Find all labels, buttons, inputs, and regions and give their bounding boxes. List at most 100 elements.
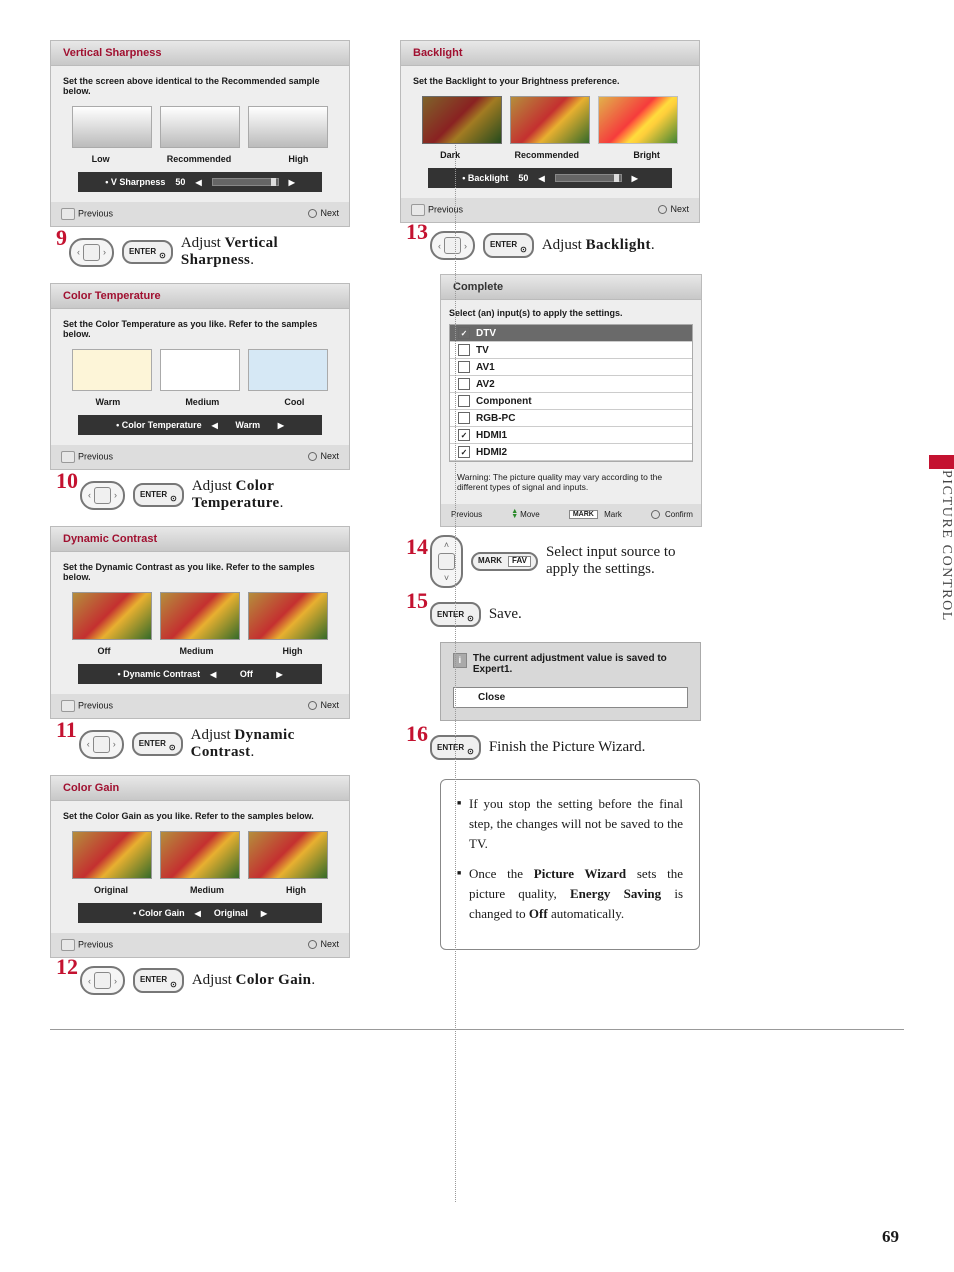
next-button[interactable]: Next bbox=[308, 939, 339, 951]
warning-text: Warning: The picture quality may vary ac… bbox=[449, 468, 693, 496]
enter-button[interactable]: ENTER⊙ bbox=[132, 732, 183, 757]
step-number: 11 bbox=[56, 717, 77, 743]
next-button[interactable]: Next bbox=[658, 204, 689, 216]
panel-title: Backlight bbox=[401, 41, 699, 66]
input-label: DTV bbox=[476, 328, 496, 339]
label: Recommended bbox=[514, 150, 579, 160]
side-tab-marker bbox=[929, 455, 954, 469]
section-title: PICTURE CONTROL bbox=[938, 470, 954, 622]
arrow-left-icon[interactable]: ◀ bbox=[212, 421, 218, 430]
save-dialog: iThe current adjustment value is saved t… bbox=[440, 642, 701, 721]
slider-vsharpness[interactable]: • V Sharpness50◀▶ bbox=[78, 172, 322, 192]
close-button[interactable]: Close bbox=[453, 687, 688, 708]
panel-title: Color Gain bbox=[51, 776, 349, 801]
panel-title: Color Temperature bbox=[51, 284, 349, 309]
checkbox-icon bbox=[458, 361, 470, 373]
input-row-component[interactable]: Component bbox=[450, 393, 692, 410]
input-row-av1[interactable]: AV1 bbox=[450, 359, 692, 376]
updown-icon: ▲▼ bbox=[511, 510, 518, 520]
label: Low bbox=[92, 154, 110, 164]
prev-button[interactable]: Previous bbox=[61, 700, 113, 712]
dpad-button[interactable]: ‹› bbox=[80, 966, 125, 995]
sample-img bbox=[422, 96, 502, 144]
input-row-rgb-pc[interactable]: RGB-PC bbox=[450, 410, 692, 427]
input-row-tv[interactable]: TV bbox=[450, 342, 692, 359]
input-label: HDMI1 bbox=[476, 430, 507, 441]
arrow-right-icon[interactable]: ▶ bbox=[278, 421, 284, 430]
step-number: 15 bbox=[406, 588, 428, 614]
slider-colortemp[interactable]: • Color Temperature◀Warm▶ bbox=[78, 415, 322, 435]
slider-backlight[interactable]: • Backlight50◀▶ bbox=[428, 168, 672, 188]
arrow-left-icon[interactable]: ◀ bbox=[210, 670, 216, 679]
confirm-button[interactable]: Confirm bbox=[651, 510, 693, 519]
slider-color-gain[interactable]: • Color Gain◀Original▶ bbox=[78, 903, 322, 923]
checkbox-icon: ✓ bbox=[458, 446, 470, 458]
arrow-left-icon[interactable]: ◀ bbox=[195, 909, 201, 918]
step-number: 16 bbox=[406, 721, 428, 747]
chevron-up-icon: ˄ bbox=[444, 540, 449, 550]
arrow-right-icon[interactable]: ▶ bbox=[261, 909, 267, 918]
arrow-right-icon[interactable]: ▶ bbox=[632, 174, 638, 183]
sample-img bbox=[72, 592, 152, 640]
label: High bbox=[286, 885, 306, 895]
step-text: Save. bbox=[489, 606, 522, 623]
enter-icon bbox=[651, 510, 660, 519]
label: Warm bbox=[96, 397, 121, 407]
step-number: 13 bbox=[406, 219, 428, 245]
checkbox-icon: ✓ bbox=[458, 429, 470, 441]
next-button[interactable]: Next bbox=[308, 700, 339, 712]
label: Off bbox=[97, 646, 110, 656]
return-icon bbox=[61, 451, 75, 463]
enter-button[interactable]: ENTER⊙ bbox=[133, 968, 184, 993]
chevron-left-icon: ‹ bbox=[77, 247, 80, 257]
arrow-left-icon[interactable]: ◀ bbox=[538, 174, 544, 183]
chevron-down-icon: ˅ bbox=[444, 573, 449, 583]
dpad-button[interactable]: ‹› bbox=[430, 231, 475, 260]
save-msg: The current adjustment value is saved to… bbox=[473, 653, 688, 675]
checkbox-icon bbox=[458, 344, 470, 356]
arrow-right-icon[interactable]: ▶ bbox=[289, 178, 295, 187]
sample-img bbox=[160, 592, 240, 640]
step-text: Adjust Dynamic Contrast. bbox=[191, 727, 350, 761]
checkbox-icon bbox=[458, 395, 470, 407]
step-text: Select input source to apply the setting… bbox=[546, 544, 700, 578]
enter-icon bbox=[308, 452, 317, 461]
label: High bbox=[288, 154, 308, 164]
input-label: AV1 bbox=[476, 362, 495, 373]
sample-img bbox=[248, 592, 328, 640]
return-icon bbox=[61, 208, 75, 220]
prev-button[interactable]: Previous bbox=[449, 510, 482, 519]
arrow-right-icon[interactable]: ▶ bbox=[276, 670, 282, 679]
input-row-hdmi1[interactable]: ✓ HDMI1 bbox=[450, 427, 692, 444]
enter-button[interactable]: ENTER⊙ bbox=[122, 240, 173, 265]
input-row-hdmi2[interactable]: ✓HDMI2 bbox=[450, 444, 692, 461]
panel-color-temperature: Color Temperature Set the Color Temperat… bbox=[50, 283, 350, 470]
return-icon bbox=[411, 204, 425, 216]
panel-desc: Set the Backlight to your Brightness pre… bbox=[413, 76, 687, 86]
input-label: Component bbox=[476, 396, 532, 407]
slider-dynamic-contrast[interactable]: • Dynamic Contrast◀Off▶ bbox=[78, 664, 322, 684]
dpad-button[interactable]: ‹› bbox=[79, 730, 124, 759]
next-button[interactable]: Next bbox=[308, 451, 339, 463]
enter-icon bbox=[308, 940, 317, 949]
panel-desc: Select (an) input(s) to apply the settin… bbox=[449, 308, 693, 318]
input-label: RGB-PC bbox=[476, 413, 515, 424]
panel-title: Vertical Sharpness bbox=[51, 41, 349, 66]
mark-fav-button[interactable]: MARKFAV bbox=[471, 552, 538, 571]
label: Medium bbox=[179, 646, 213, 656]
enter-button[interactable]: ENTER⊙ bbox=[483, 233, 534, 258]
sample-img bbox=[248, 831, 328, 879]
input-row-dtv[interactable]: ✓DTV bbox=[450, 325, 692, 342]
dpad-button[interactable]: ‹› bbox=[69, 238, 114, 267]
dpad-button[interactable]: ‹› bbox=[80, 481, 125, 510]
step-text: Adjust Backlight. bbox=[542, 237, 655, 254]
arrow-left-icon[interactable]: ◀ bbox=[195, 178, 201, 187]
prev-button[interactable]: Previous bbox=[61, 451, 113, 463]
input-row-av2[interactable]: AV2 bbox=[450, 376, 692, 393]
prev-button[interactable]: Previous bbox=[61, 939, 113, 951]
enter-button[interactable]: ENTER⊙ bbox=[133, 483, 184, 508]
next-button[interactable]: Next bbox=[308, 208, 339, 220]
prev-button[interactable]: Previous bbox=[61, 208, 113, 220]
enter-icon bbox=[658, 205, 667, 214]
updown-button[interactable]: ˄˅ bbox=[430, 535, 463, 588]
